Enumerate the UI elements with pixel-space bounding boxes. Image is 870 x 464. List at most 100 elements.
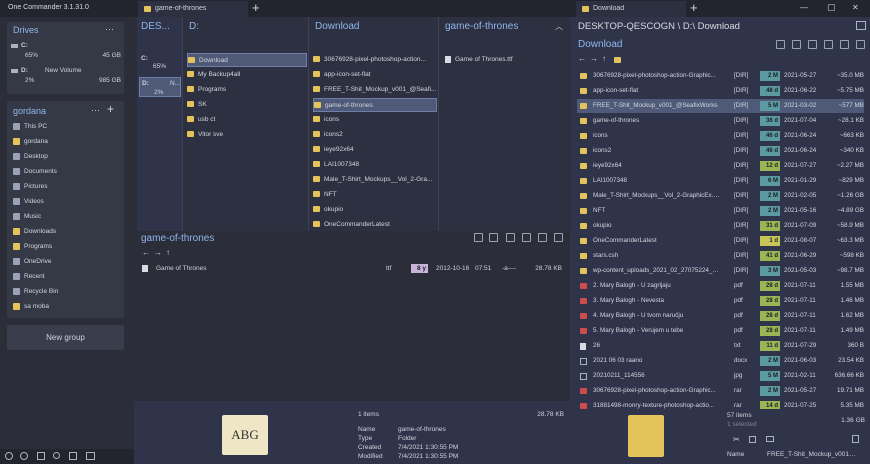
sidebar-item[interactable]: Documents (13, 165, 125, 179)
add-tab-button[interactable]: + (690, 0, 698, 15)
paste-icon[interactable] (840, 40, 849, 49)
list-icon[interactable] (792, 40, 801, 49)
column-item[interactable]: OneCommanderLatest (313, 218, 437, 232)
file-row[interactable]: 30676928-pixel-photoshop-action-Graphic.… (577, 69, 864, 83)
column-item[interactable]: NFT (313, 188, 437, 202)
sidebar-item[interactable]: Desktop (13, 150, 125, 164)
tab-game-of-thrones[interactable]: game-of-thrones (138, 1, 248, 17)
sidebar-item[interactable]: Recent (13, 270, 125, 284)
column-item[interactable]: LAI1007348 (313, 158, 437, 172)
file-row[interactable]: icons2 [DIR] 46 d 2021-06-24 ~340 KB (577, 144, 864, 158)
tab-download[interactable]: Download (576, 1, 686, 17)
back-icon[interactable]: ← (578, 54, 586, 63)
sort-icon[interactable] (474, 233, 483, 242)
view-icon[interactable] (554, 233, 563, 242)
drives-menu-button[interactable]: ··· (105, 24, 114, 34)
up-icon[interactable]: ↑ (602, 54, 606, 63)
back-icon[interactable]: ← (142, 248, 150, 257)
file-row[interactable]: LAI1007348 [DIR] 6 M 2021-01-29 ~829 MB (577, 174, 864, 188)
file-row[interactable]: Game of Thrones ttf 8 y 2012-10-16 07:51… (142, 262, 562, 275)
sidebar-item[interactable]: gordana (13, 135, 125, 149)
column-item[interactable]: icons2 (313, 128, 437, 142)
layout-icon[interactable] (37, 452, 45, 460)
forward-icon[interactable]: → (154, 248, 162, 257)
file-row[interactable]: 4. Mary Balogh - U tvom naručju pdf 28 d 20… (577, 309, 864, 323)
sidebar-item[interactable]: Recycle Bin (13, 285, 125, 299)
file-row[interactable]: 2021 06 03 raano docx 2 M 2021-06-03 23.54 K… (577, 354, 864, 368)
column-item[interactable]: FREE_T-Shit_Mockup_v001_@Seafi... (313, 83, 437, 97)
file-row[interactable]: app-icon-set-flat [DIR] 48 d 2021-06-22 ~5.7… (577, 84, 864, 98)
file-row[interactable]: NFT [DIR] 2 M 2021-05-16 ~4.89 GB (577, 204, 864, 218)
forward-icon[interactable]: → (590, 54, 598, 63)
cut-icon[interactable]: ✂ (733, 435, 740, 444)
sort-icon[interactable] (776, 40, 785, 49)
column-item[interactable]: Download (187, 53, 307, 67)
columns-icon[interactable] (856, 21, 866, 30)
minimize-button[interactable]: — (800, 3, 808, 12)
file-row[interactable]: 3. Mary Balogh - Nevesta pdf 28 d 2021-07-1… (577, 294, 864, 308)
column-item[interactable]: SK (187, 98, 307, 112)
breadcrumb[interactable]: DESKTOP-QESCOGN \ D:\ Download (578, 21, 838, 32)
copy-icon[interactable] (824, 40, 833, 49)
group-add-button[interactable]: + (107, 102, 114, 116)
file-row[interactable]: wp-content_uploads_2021_02_27075224_Gr..… (577, 264, 864, 278)
file-row[interactable]: FREE_T-Shit_Mockup_v001_@SeafixWorks [DIR… (577, 99, 864, 113)
new-group-button[interactable]: New group (7, 325, 124, 350)
column-drive-d[interactable]: D: N... 2% (139, 77, 181, 97)
column-item[interactable]: icons (313, 113, 437, 127)
collapse-icon[interactable]: ︿ (555, 21, 563, 32)
column-item[interactable]: ieye92x64 (313, 143, 437, 157)
column-item[interactable]: Male_T-Shirt_Mockups__Vol_2-Gra... (313, 173, 437, 187)
column-drive-c[interactable]: C: 65% (139, 53, 181, 71)
file-row[interactable]: 30676928-pixel-photoshop-action-Graphic.… (577, 384, 864, 398)
file-row[interactable]: okupio [DIR] 31 d 2021-07-09 ~58.9 MB (577, 219, 864, 233)
column-item[interactable]: app-icon-set-flat (313, 68, 437, 82)
paste-icon[interactable] (538, 233, 547, 242)
new-file-icon[interactable] (808, 40, 817, 49)
list-icon[interactable] (489, 233, 498, 242)
column-item[interactable]: usb ct (187, 113, 307, 127)
up-icon[interactable]: ↑ (166, 248, 170, 257)
settings-icon[interactable] (5, 452, 13, 460)
column-item[interactable]: 30676928-pixel-photoshop-action... (313, 53, 437, 67)
close-button[interactable]: ✕ (852, 3, 859, 12)
drive-c[interactable]: C: 65% 45 GB (11, 42, 121, 64)
file-row[interactable]: 26 txt 11 d 2021-07-29 360 B (577, 339, 864, 353)
column-item[interactable]: Game of Thrones.ttf (445, 53, 565, 67)
info-icon[interactable] (20, 452, 28, 460)
sidebar-item[interactable]: This PC (13, 120, 125, 134)
file-row[interactable]: Male_T-Shirt_Mockups__Vol_2-GraphicEx.co… (577, 189, 864, 203)
search-icon[interactable] (53, 452, 60, 459)
file-row[interactable]: icons [DIR] 46 d 2021-06-24 ~663 KB (577, 129, 864, 143)
sidebar-item[interactable]: Videos (13, 195, 125, 209)
column-item[interactable]: game-of-thrones (313, 98, 437, 112)
column-item[interactable]: Vitor sve (187, 128, 307, 142)
column-item[interactable]: Programs (187, 83, 307, 97)
delete-icon[interactable] (852, 435, 859, 443)
maximize-button[interactable]: ▢ (827, 2, 836, 13)
sidebar-item[interactable]: Programs (13, 240, 125, 254)
sidebar-item[interactable]: Pictures (13, 180, 125, 194)
copy-icon[interactable] (522, 233, 531, 242)
sidebar-item[interactable]: Downloads (13, 225, 125, 239)
view-icon[interactable] (856, 40, 865, 49)
file-row[interactable]: 5. Mary Balogh - Verujem u tebe pdf 28 d 20… (577, 324, 864, 338)
add-tab-button[interactable]: + (252, 0, 260, 15)
file-row[interactable]: OneCommanderLatest [DIR] 1 d 2021-08-07 ~63.… (577, 234, 864, 248)
monitor-icon[interactable] (86, 452, 95, 460)
new-file-icon[interactable] (506, 233, 515, 242)
user-icon[interactable] (69, 452, 77, 460)
link-icon[interactable] (766, 436, 774, 442)
column-item[interactable]: okupio (313, 203, 437, 217)
sidebar-item[interactable]: OneDrive (13, 255, 125, 269)
sidebar-item[interactable]: Music (13, 210, 125, 224)
copy-icon[interactable] (749, 436, 756, 443)
column-item[interactable]: My Backup4all (187, 68, 307, 82)
group-menu-button[interactable]: ··· (91, 105, 100, 115)
file-row[interactable]: ieye92x64 [DIR] 12 d 2021-07-27 ~2.27 MB (577, 159, 864, 173)
file-row[interactable]: game-of-thrones [DIR] 36 d 2021-07-04 ~28.1 … (577, 114, 864, 128)
sidebar-item[interactable]: sa moba (13, 300, 125, 314)
drive-d[interactable]: D: New Volume 2% 985 GB (11, 67, 121, 89)
file-row[interactable]: 20210211_114556 jpg 5 M 2021-02-11 636.66 KB (577, 369, 864, 383)
file-row[interactable]: stars.csh [DIR] 41 d 2021-06-29 ~598 KB (577, 249, 864, 263)
